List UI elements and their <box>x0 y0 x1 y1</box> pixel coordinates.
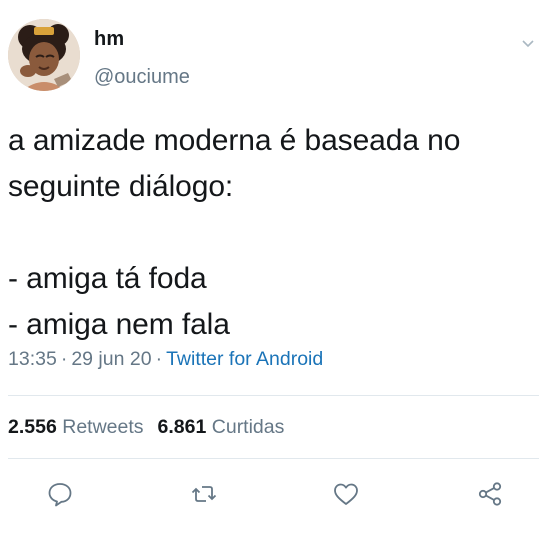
tweet-date: 29 jun 20 <box>71 348 152 370</box>
retweets-count: 2.556 <box>8 416 57 438</box>
retweets-stat[interactable]: 2.556 Retweets <box>8 416 144 438</box>
retweet-icon[interactable] <box>190 480 218 508</box>
tweet-client-link[interactable]: Twitter for Android <box>166 348 323 370</box>
tweet-stats: 2.556 Retweets 6.861 Curtidas <box>8 416 284 439</box>
meta-separator: · <box>60 348 68 370</box>
likes-stat[interactable]: 6.861 Curtidas <box>158 416 285 438</box>
heart-icon[interactable] <box>332 480 360 508</box>
divider <box>8 458 539 459</box>
divider <box>8 395 539 396</box>
meta-separator: · <box>155 348 163 370</box>
likes-count: 6.861 <box>157 416 207 438</box>
tweet-text: a amizade moderna é baseada no seguinte … <box>8 124 461 341</box>
retweets-label: Retweets <box>62 416 144 438</box>
tweet-metadata: 13:35 · 29 jun 20 · Twitter for Android <box>8 348 323 371</box>
action-bar <box>0 474 539 514</box>
avatar[interactable] <box>8 19 80 91</box>
tweet-time: 13:35 <box>8 348 57 370</box>
chevron-down-icon[interactable] <box>521 36 535 48</box>
username-handle[interactable]: @ouciume <box>94 66 190 89</box>
avatar-illustration-icon <box>8 19 80 91</box>
tweet: hm @ouciume a amizade moderna é baseada … <box>0 0 539 539</box>
share-icon[interactable] <box>476 480 504 508</box>
likes-label: Curtidas <box>211 416 285 438</box>
reply-icon[interactable] <box>46 480 74 508</box>
display-name[interactable]: hm <box>94 28 124 51</box>
